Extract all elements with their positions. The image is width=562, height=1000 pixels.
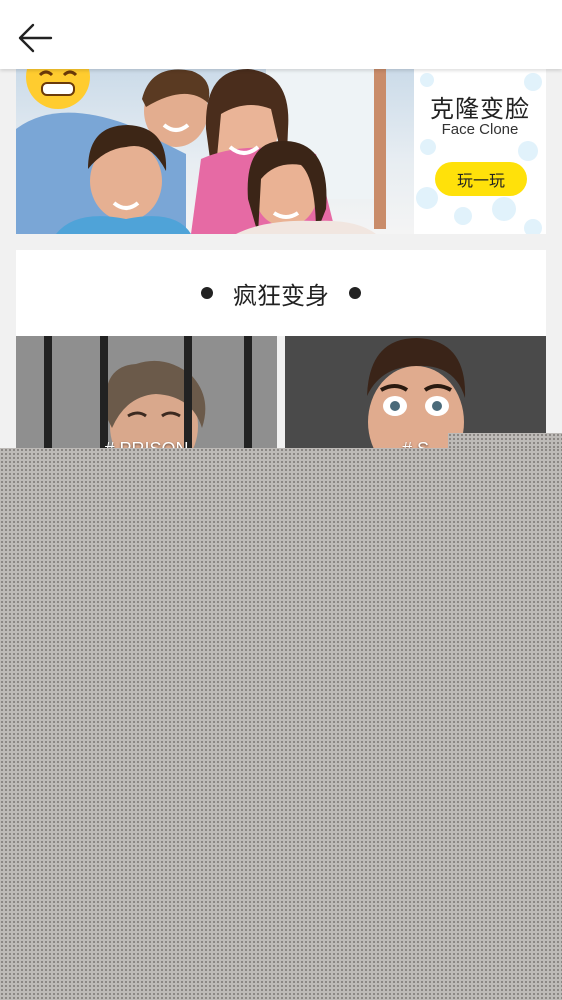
ad-subtitle: Face Clone [441, 121, 519, 138]
promo-banner[interactable]: 克隆变脸 Face Clone 玩一玩 [16, 69, 546, 234]
section-title: 疯狂变身 [233, 281, 329, 310]
back-button[interactable] [12, 16, 58, 60]
top-bar [0, 0, 562, 69]
dotted-overlay-corner [448, 433, 562, 449]
ad-title: 克隆变脸 [430, 95, 530, 123]
bullet-dot-right [349, 287, 361, 299]
face-clone-ad[interactable]: 克隆变脸 Face Clone 玩一玩 [414, 69, 546, 234]
banner-family-photo [16, 69, 414, 234]
bullet-dot-left [201, 287, 213, 299]
dotted-overlay [0, 448, 562, 1000]
section-header: 疯狂变身 [16, 250, 546, 336]
arrow-left-icon [18, 23, 53, 53]
prison-effect-card[interactable]: # PRISON [16, 336, 277, 456]
prison-photo [16, 336, 277, 456]
emoji-face-icon [26, 69, 90, 109]
section-title-row: 疯狂变身 [16, 250, 546, 336]
play-button[interactable]: 玩一玩 [435, 162, 527, 196]
